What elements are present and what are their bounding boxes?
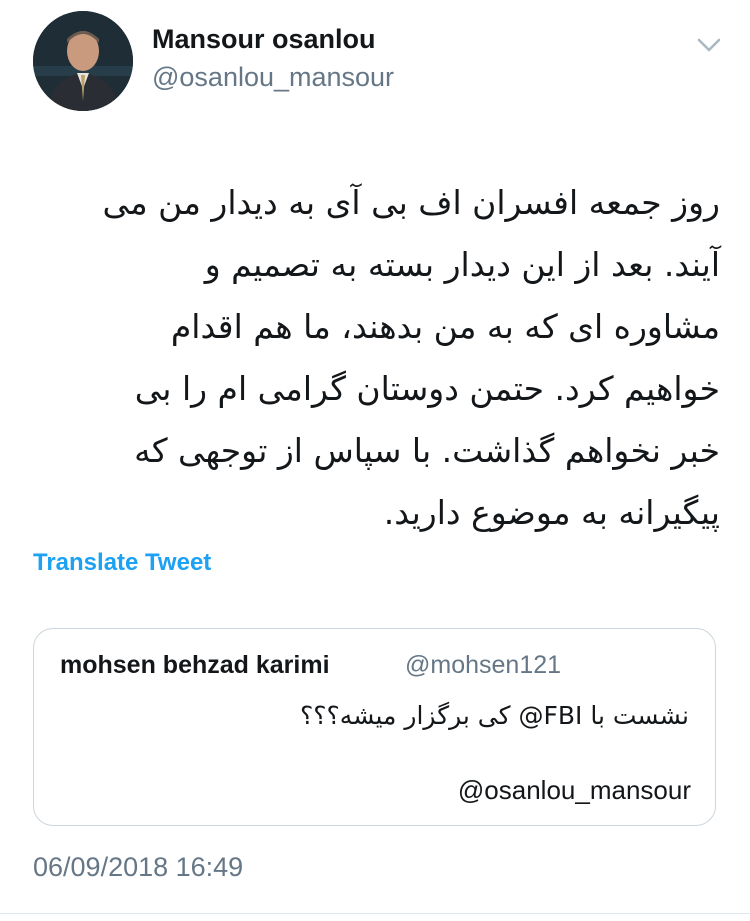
avatar[interactable] — [33, 11, 133, 111]
avatar-photo — [33, 11, 133, 111]
tweet-line: مشاوره ای که به من بدهند، ما هم اقدام — [170, 307, 720, 346]
tweet-line: خواهیم کرد. حتمن دوستان گرامی ام را بی — [134, 369, 720, 408]
chevron-down-icon[interactable] — [694, 30, 724, 60]
tweet-line: خبر نخواهم گذاشت. با سپاس از توجهی که — [134, 431, 720, 470]
tweet-text: روز جمعه افسران اف بی آی به دیدار من می … — [30, 172, 720, 544]
quoted-mention: @osanlou_mansour — [457, 775, 691, 805]
tweet-line: آیند. بعد از این دیدار بسته به تصمیم و — [204, 245, 720, 284]
tweet-line: پیگیرانه به موضوع دارید. — [383, 493, 720, 532]
tweet-timestamp[interactable]: 06/09/2018 16:49 — [33, 852, 243, 883]
quoted-tweet-text: نشست با FBI@ کی برگزار میشه؟؟؟ — [300, 701, 689, 730]
quoted-author-name: mohsen behzad karimi — [60, 651, 330, 679]
author-handle[interactable]: @osanlou_mansour — [152, 62, 394, 93]
divider — [0, 913, 750, 914]
quoted-author-handle: @mohsen121 — [405, 651, 562, 679]
quoted-tweet-card[interactable]: mohsen behzad karimi @mohsen121 نشست با … — [33, 628, 716, 826]
tweet-line: روز جمعه افسران اف بی آی به دیدار من می — [102, 183, 720, 222]
translate-tweet-link[interactable]: Translate Tweet — [33, 549, 211, 577]
author-name[interactable]: Mansour osanlou — [152, 24, 376, 55]
